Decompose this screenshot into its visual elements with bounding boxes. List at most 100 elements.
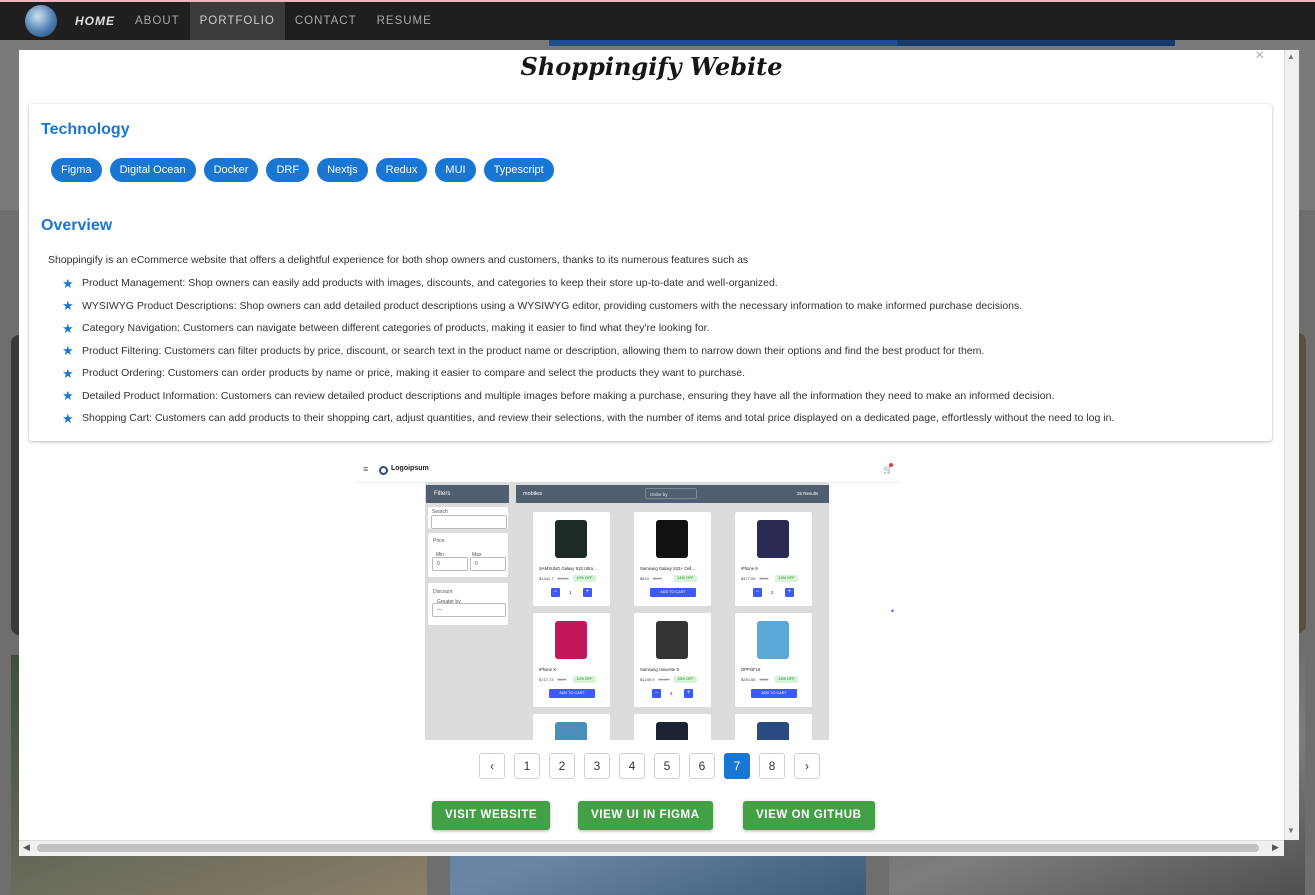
discount-select bbox=[432, 603, 506, 617]
add-to-cart-button: ADD TO CART bbox=[650, 588, 696, 597]
product-card: iPhone 9 $477.05 $549 13% OFF − 2 + bbox=[735, 512, 812, 606]
horizontal-scrollbar[interactable]: ◀ ▶ bbox=[19, 840, 1284, 856]
product-card bbox=[634, 714, 711, 740]
page-button[interactable]: 4 bbox=[619, 753, 645, 779]
nav-home[interactable]: HOME bbox=[65, 2, 125, 40]
feature-text: Product Filtering: Customers can filter … bbox=[82, 344, 985, 357]
tech-chip[interactable]: Figma bbox=[51, 158, 102, 182]
current-price: $1249.9 bbox=[640, 677, 655, 682]
old-price: $1699 bbox=[557, 576, 569, 581]
min-value: 0 bbox=[437, 561, 440, 567]
filters-header: Filters bbox=[426, 485, 509, 503]
old-price: $549 bbox=[759, 576, 769, 581]
close-icon[interactable]: × bbox=[1255, 50, 1264, 65]
page-button[interactable]: 1 bbox=[514, 753, 540, 779]
scroll-up-icon[interactable]: ▲ bbox=[1287, 52, 1295, 61]
plus-button: + bbox=[785, 588, 794, 597]
current-price: $477.05 bbox=[741, 576, 756, 581]
quantity-value: 1 bbox=[569, 590, 572, 595]
tech-chip[interactable]: Typescript bbox=[483, 158, 554, 182]
navbar: HOME ABOUT PORTFOLIO CONTACT RESUME bbox=[0, 2, 1315, 40]
scroll-left-icon[interactable]: ◀ bbox=[23, 842, 30, 853]
list-item: ★ Category Navigation: Customers can navi… bbox=[62, 317, 1114, 340]
list-item: ★ Product Ordering: Customers can order p… bbox=[62, 362, 1114, 385]
tech-chip[interactable]: DRF bbox=[266, 158, 310, 182]
feature-text: Detailed Product Information: Customers … bbox=[82, 389, 1055, 402]
site-logo[interactable] bbox=[25, 5, 57, 37]
visit-website-button[interactable]: VISIT WEBSITE bbox=[432, 801, 551, 830]
star-icon: ★ bbox=[62, 365, 74, 381]
nav-portfolio[interactable]: PORTFOLIO bbox=[189, 2, 285, 40]
discount-badge: 15% OFF bbox=[674, 676, 697, 683]
page-button[interactable]: 8 bbox=[759, 753, 785, 779]
feature-text: Category Navigation: Customers can navig… bbox=[82, 322, 710, 335]
add-to-cart-button: ADD TO CART bbox=[751, 689, 797, 698]
product-image bbox=[656, 722, 688, 740]
discount-label: Discount bbox=[433, 589, 453, 595]
product-price: $1249.9 $1499 bbox=[640, 677, 670, 682]
discount-badge: 13% OFF bbox=[775, 575, 798, 582]
tech-chip[interactable]: Redux bbox=[375, 158, 428, 182]
product-card: SAMSUNG Galaxy S22 Ultra ... $1341.7 $1699… bbox=[533, 512, 610, 606]
prev-page-button[interactable]: ‹ bbox=[479, 753, 505, 779]
screenshot-pagination: ‹ 1 2 3 4 5 6 7 8 › bbox=[479, 753, 820, 779]
view-github-button[interactable]: VIEW ON GITHUB bbox=[743, 801, 875, 830]
tech-chip[interactable]: Docker bbox=[203, 158, 259, 182]
scrollbar-thumb[interactable] bbox=[37, 844, 1259, 852]
add-to-cart-button: ADD TO CART bbox=[549, 689, 595, 698]
product-card: Samsung Galaxy S22+ Cell... $819 $949 14% O… bbox=[634, 512, 711, 606]
product-name: Samsung Universe 9 bbox=[640, 667, 679, 672]
price-label: Price bbox=[433, 538, 445, 544]
modal-title: Shoppingify Webite bbox=[520, 52, 783, 81]
nav-contact[interactable]: CONTACT bbox=[285, 2, 367, 40]
product-image bbox=[555, 722, 587, 740]
tech-chip[interactable]: Digital Ocean bbox=[109, 158, 196, 182]
page-button-current[interactable]: 7 bbox=[724, 753, 750, 779]
product-image bbox=[555, 520, 587, 558]
minus-button: − bbox=[753, 588, 762, 597]
order-by-select: Order by bbox=[645, 488, 697, 499]
current-price: $819 bbox=[640, 576, 649, 581]
scroll-down-icon[interactable]: ▼ bbox=[1287, 826, 1295, 835]
current-price: $1341.7 bbox=[539, 576, 554, 581]
page-button[interactable]: 2 bbox=[549, 753, 575, 779]
current-price: $253.65 bbox=[741, 677, 756, 682]
page-button[interactable]: 3 bbox=[584, 753, 610, 779]
product-name: SAMSUNG Galaxy S22 Ultra ... bbox=[539, 566, 598, 571]
search-filter: Search bbox=[428, 507, 508, 529]
product-image bbox=[757, 722, 789, 740]
product-price: $819 $949 bbox=[640, 576, 662, 581]
product-image bbox=[656, 621, 688, 659]
project-details-panel: Technology Figma Digital Ocean Docker DR… bbox=[29, 104, 1272, 441]
discount-select-value: — bbox=[437, 607, 442, 613]
view-figma-button[interactable]: VIEW UI IN FIGMA bbox=[578, 801, 713, 830]
overview-heading: Overview bbox=[41, 217, 113, 234]
star-icon: ★ bbox=[62, 410, 74, 426]
product-name: Samsung Galaxy S22+ Cell... bbox=[640, 566, 695, 571]
page-button[interactable]: 5 bbox=[654, 753, 680, 779]
nav-resume[interactable]: RESUME bbox=[367, 2, 442, 40]
plus-button: + bbox=[684, 689, 693, 698]
feature-text: WYSIWYG Product Descriptions: Shop owner… bbox=[82, 299, 1023, 312]
overview-intro: Shoppingify is an eCommerce website that… bbox=[48, 254, 749, 266]
sparkle-icon: ✦ bbox=[890, 609, 896, 615]
product-name: OPPOF19 bbox=[741, 667, 761, 672]
product-image bbox=[757, 520, 789, 558]
tech-chip[interactable]: MUI bbox=[435, 158, 476, 182]
nav-about[interactable]: ABOUT bbox=[125, 2, 190, 40]
vertical-scrollbar[interactable] bbox=[1284, 50, 1299, 840]
product-price: $477.05 $549 bbox=[741, 576, 768, 581]
old-price: $280 bbox=[759, 677, 769, 682]
scroll-right-icon[interactable]: ▶ bbox=[1272, 842, 1279, 853]
menu-icon: ≡ bbox=[363, 464, 369, 474]
next-page-button[interactable]: › bbox=[794, 753, 820, 779]
category-title: mobiles bbox=[523, 491, 542, 497]
screenshot-topbar bbox=[355, 460, 900, 483]
plus-button: + bbox=[583, 588, 592, 597]
star-icon: ★ bbox=[62, 298, 74, 314]
tech-chip[interactable]: Nextjs bbox=[317, 158, 368, 182]
discount-badge: 10% OFF bbox=[573, 676, 596, 683]
product-card bbox=[533, 714, 610, 740]
list-item: ★ Detailed Product Information: Customers… bbox=[62, 385, 1114, 408]
page-button[interactable]: 6 bbox=[689, 753, 715, 779]
